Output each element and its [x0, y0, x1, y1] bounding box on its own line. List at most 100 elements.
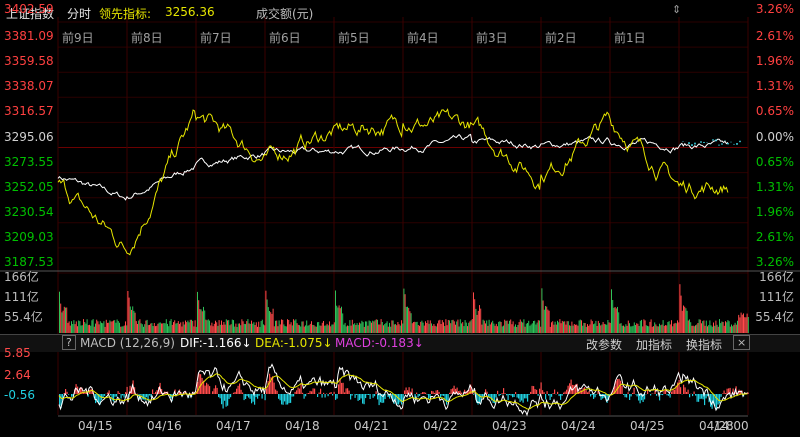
volume-bar: [206, 320, 208, 333]
intraday-chart[interactable]: [0, 0, 800, 437]
volume-bar: [179, 323, 180, 333]
volume-bar: [603, 323, 605, 333]
volume-bar: [522, 322, 524, 333]
volume-bar: [261, 319, 263, 333]
macd-bar: [705, 394, 707, 399]
volume-bar: [475, 308, 477, 333]
macd-bar: [146, 394, 148, 398]
volume-bar: [656, 326, 658, 333]
macd-bar: [545, 394, 547, 400]
volume-bar: [143, 326, 144, 333]
volume-bar: [551, 322, 552, 333]
volume-bar: [710, 325, 712, 333]
volume-bar: [467, 326, 468, 333]
edit-params-button[interactable]: 改参数: [586, 336, 622, 353]
macd-bar: [351, 394, 353, 396]
volume-bar: [339, 308, 341, 333]
volume-bar: [65, 307, 66, 333]
volume-bar: [312, 324, 314, 333]
macd-bar: [357, 394, 359, 401]
volume-bar: [563, 321, 564, 333]
macd-bar: [401, 394, 403, 405]
volume-bar: [287, 319, 288, 333]
volume-bar: [393, 324, 395, 333]
volume-bar: [639, 320, 641, 333]
macd-bar: [431, 390, 433, 394]
volume-bar: [673, 323, 675, 333]
price-tick: 3230.54: [4, 204, 54, 219]
volume-bar: [435, 326, 437, 333]
volume-bar: [543, 309, 545, 333]
macd-bar: [594, 394, 596, 398]
close-icon[interactable]: ×: [733, 335, 751, 350]
volume-bar: [617, 306, 618, 333]
volume-bar: [96, 319, 98, 333]
volume-bar: [325, 325, 327, 333]
volume-bar: [114, 320, 116, 333]
volume-bar: [428, 323, 430, 333]
volume-bar: [211, 322, 213, 333]
macd-bar: [104, 394, 106, 396]
day-label: 前7日: [200, 31, 232, 45]
volume-bar: [299, 325, 300, 333]
volume-bar: [237, 323, 239, 333]
volume-bar: [294, 320, 296, 333]
macd-bar: [153, 393, 155, 394]
volume-bar: [185, 320, 186, 333]
volume-bar: [521, 321, 522, 333]
volume-bar: [515, 324, 516, 333]
volume-bar: [456, 321, 458, 333]
volume-bar: [615, 308, 617, 333]
volume-bar: [222, 324, 224, 333]
volume-bar: [200, 309, 202, 333]
price-tick: 3209.03: [4, 229, 54, 244]
macd-bar: [507, 394, 509, 400]
volume-bar: [120, 326, 122, 333]
help-button[interactable]: ?: [62, 335, 76, 350]
volume-bar: [95, 323, 96, 333]
volume-bar: [189, 319, 191, 333]
switch-indicator-button[interactable]: 换指标: [686, 336, 722, 353]
volume-bar: [336, 305, 338, 333]
volume-bar: [523, 319, 525, 333]
volume-bar: [431, 323, 432, 333]
add-indicator-button[interactable]: 加指标: [636, 336, 672, 353]
volume-bar: [732, 326, 734, 333]
volume-bar: [105, 319, 107, 333]
macd-bar: [501, 393, 503, 394]
volume-bar: [223, 322, 225, 333]
volume-bar: [85, 323, 87, 333]
macd-bar: [140, 394, 142, 395]
macd-bar: [336, 394, 338, 399]
dea-value: DEA:-1.075↓: [255, 336, 333, 350]
macd-bar: [747, 392, 749, 394]
volume-bar: [251, 320, 252, 333]
volume-bar: [440, 324, 442, 333]
volume-bar: [153, 323, 155, 333]
volume-bar: [348, 325, 350, 333]
macd-bar: [503, 388, 505, 394]
volume-bar: [69, 325, 71, 333]
volume-bar: [644, 320, 646, 333]
macd-bar: [218, 394, 220, 398]
volume-bar: [482, 319, 484, 333]
volume-bar: [132, 306, 134, 333]
volume-bar: [399, 325, 401, 333]
volume-bar: [383, 325, 384, 333]
volume-bar: [107, 322, 108, 333]
volume-bar: [283, 324, 285, 333]
macd-name[interactable]: MACD (12,26,9): [80, 336, 175, 350]
volume-bar: [594, 323, 596, 333]
macd-bar: [237, 385, 239, 394]
macd-bar: [600, 394, 602, 400]
macd-bar: [215, 385, 217, 394]
percent-tick: 2.61%: [755, 229, 794, 244]
macd-bar: [245, 394, 247, 399]
macd-bar: [282, 394, 284, 405]
volume-bar: [371, 322, 372, 333]
macd-bar: [525, 394, 527, 399]
volume-bar: [500, 322, 502, 333]
macd-bar: [624, 394, 626, 398]
volume-bar: [725, 321, 726, 333]
volume-bar: [611, 289, 612, 333]
